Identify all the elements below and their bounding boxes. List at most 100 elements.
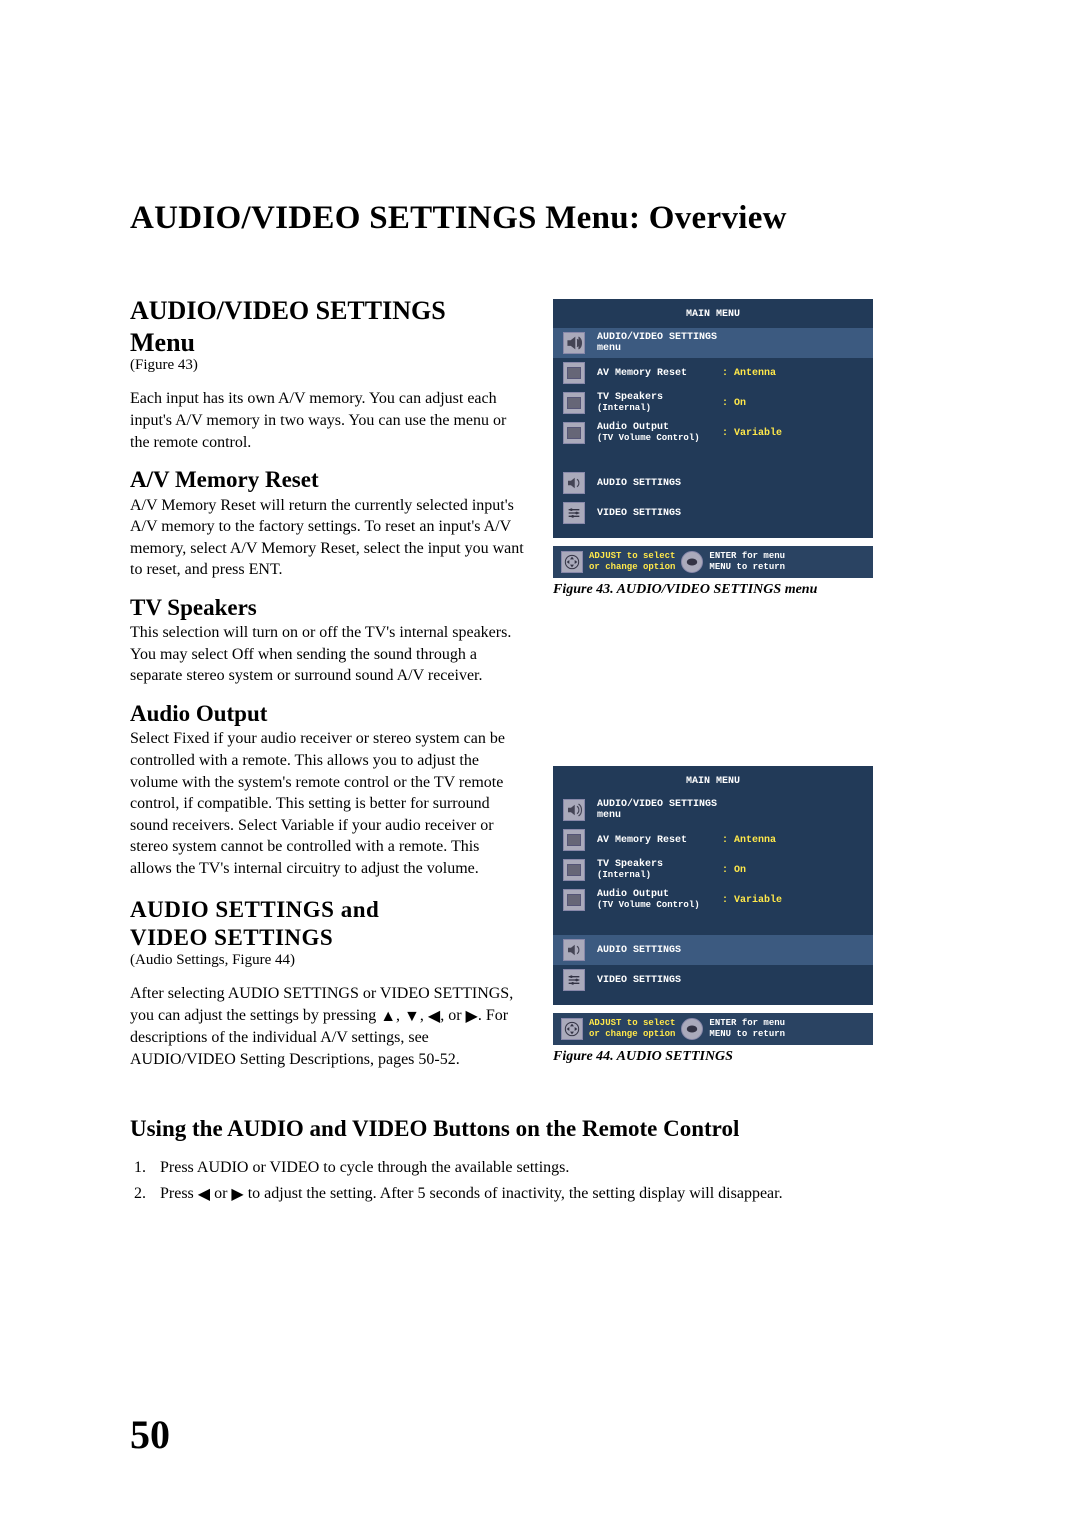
osd-spacer — [563, 915, 863, 935]
paragraph-tv-speakers: This selection will turn on or off the T… — [130, 622, 525, 687]
screen-icon — [563, 422, 585, 444]
figure-43: MAIN MENU AUDIO/VIDEO SETTINGS menu AV M… — [553, 299, 960, 598]
step-2: 2. Press ◀ or ▶ to adjust the setting. A… — [134, 1182, 960, 1206]
down-triangle-icon: ▼ — [404, 1006, 420, 1028]
osd-value: : Variable — [722, 895, 863, 906]
hint-text: ENTER for menu — [709, 551, 785, 561]
step-1: 1. Press AUDIO or VIDEO to cycle through… — [134, 1156, 960, 1179]
right-triangle-icon: ▶ — [231, 1183, 243, 1206]
speaker-icon — [563, 472, 585, 494]
left-triangle-icon: ◀ — [198, 1183, 210, 1206]
osd-hint-bar: ADJUST to select or change option ENTER … — [553, 1013, 873, 1045]
osd-main-panel: MAIN MENU AUDIO/VIDEO SETTINGS menu AV M… — [553, 299, 873, 538]
osd-value: : Antenna — [722, 835, 863, 846]
osd-label-sub: (TV Volume Control) — [597, 900, 700, 910]
speaker-icon — [563, 799, 585, 821]
right-triangle-icon: ▶ — [466, 1006, 478, 1028]
subheading-tv-speakers: TV Speakers — [130, 595, 525, 620]
osd-value: : On — [722, 865, 863, 876]
osd-row-av-memory-reset: AV Memory Reset : Antenna — [563, 358, 863, 388]
osd-row-video-settings: VIDEO SETTINGS — [563, 965, 863, 995]
osd-row-video-settings: VIDEO SETTINGS — [563, 498, 863, 528]
subheading-av-memory-reset: A/V Memory Reset — [130, 467, 525, 492]
figure-44-caption: Figure 44. AUDIO SETTINGS — [553, 1049, 960, 1065]
osd-title: MAIN MENU — [563, 309, 863, 320]
left-column: AUDIO/VIDEO SETTINGS Menu (Figure 43) Ea… — [130, 297, 525, 1078]
subheading-audio-video-settings-line2: VIDEO SETTINGS — [130, 925, 525, 950]
osd-row-av-settings-menu: AUDIO/VIDEO SETTINGS menu — [553, 328, 873, 358]
hint-left-text: ADJUST to select or change option — [589, 551, 675, 573]
subheading-audio-output: Audio Output — [130, 701, 525, 726]
step-number: 1. — [134, 1156, 156, 1179]
osd-label: VIDEO SETTINGS — [597, 508, 722, 519]
osd-label: AUDIO/VIDEO SETTINGS menu — [597, 332, 722, 354]
osd-menu: MAIN MENU AUDIO/VIDEO SETTINGS menu AV M… — [553, 299, 873, 578]
figure-44: MAIN MENU AUDIO/VIDEO SETTINGS menu AV M… — [553, 766, 960, 1065]
hint-text: ADJUST to select — [589, 1018, 675, 1028]
step-text-b: to adjust the setting. After 5 seconds o… — [244, 1185, 783, 1202]
enter-icon — [681, 1018, 703, 1040]
up-triangle-icon: ▲ — [380, 1006, 396, 1028]
osd-row-av-memory-reset: AV Memory Reset : Antenna — [563, 825, 863, 855]
hint-text: or change option — [589, 562, 675, 572]
figure-reference-43: (Figure 43) — [130, 357, 525, 374]
osd-label-main: Audio Output — [597, 422, 669, 433]
osd-label-main: Audio Output — [597, 889, 669, 900]
osd-label-main: TV Speakers — [597, 859, 663, 870]
osd-label: Audio Output (TV Volume Control) — [597, 889, 722, 911]
intro-paragraph: Each input has its own A/V memory. You c… — [130, 388, 525, 453]
step-text: Press AUDIO or VIDEO to cycle through th… — [160, 1159, 569, 1176]
section-heading-av-settings-line1: AUDIO/VIDEO SETTINGS — [130, 297, 525, 326]
speaker-icon — [563, 332, 585, 354]
enter-icon — [681, 551, 703, 573]
speaker-icon — [563, 939, 585, 961]
hint-text: ADJUST to select — [589, 551, 675, 561]
steps-list: 1. Press AUDIO or VIDEO to cycle through… — [134, 1156, 960, 1205]
osd-label: AUDIO SETTINGS — [597, 478, 722, 489]
osd-label: VIDEO SETTINGS — [597, 975, 722, 986]
page-title: AUDIO/VIDEO SETTINGS Menu: Overview — [130, 200, 960, 237]
osd-main-panel: MAIN MENU AUDIO/VIDEO SETTINGS menu AV M… — [553, 766, 873, 1005]
osd-row-audio-settings: AUDIO SETTINGS — [563, 468, 863, 498]
paragraph-av-settings: After selecting AUDIO SETTINGS or VIDEO … — [130, 983, 525, 1070]
osd-label-sub: (Internal) — [597, 403, 651, 413]
hint-left-text: ADJUST to select or change option — [589, 1018, 675, 1040]
step-text-a: Press — [160, 1185, 198, 1202]
osd-value: : Antenna — [722, 368, 863, 379]
osd-label: AUDIO/VIDEO SETTINGS menu — [597, 799, 722, 821]
hint-text: ENTER for menu — [709, 1018, 785, 1028]
section-heading-av-settings-line2: Menu — [130, 328, 525, 358]
osd-label: TV Speakers (Internal) — [597, 392, 722, 414]
hint-right-text: ENTER for menu MENU to return — [709, 551, 785, 573]
osd-row-audio-output: Audio Output (TV Volume Control) : Varia… — [563, 885, 863, 915]
osd-title: MAIN MENU — [563, 776, 863, 787]
screen-icon — [563, 362, 585, 384]
osd-label: AV Memory Reset — [597, 368, 722, 379]
osd-row-audio-output: Audio Output (TV Volume Control) : Varia… — [563, 418, 863, 448]
paragraph-audio-output: Select Fixed if your audio receiver or s… — [130, 728, 525, 879]
screen-icon — [563, 859, 585, 881]
osd-label-main: TV Speakers — [597, 392, 663, 403]
dpad-icon — [561, 551, 583, 573]
step-number: 2. — [134, 1182, 156, 1205]
hint-text: MENU to return — [709, 1029, 785, 1039]
hint-text: or change option — [589, 1029, 675, 1039]
left-triangle-icon: ◀ — [428, 1006, 440, 1028]
osd-menu: MAIN MENU AUDIO/VIDEO SETTINGS menu AV M… — [553, 766, 873, 1045]
screen-icon — [563, 889, 585, 911]
hint-right-text: ENTER for menu MENU to return — [709, 1018, 785, 1040]
screen-icon — [563, 829, 585, 851]
two-column-layout: AUDIO/VIDEO SETTINGS Menu (Figure 43) Ea… — [130, 297, 960, 1078]
figure-43-caption: Figure 43. AUDIO/VIDEO SETTINGS menu — [553, 582, 960, 598]
osd-value: : Variable — [722, 428, 863, 439]
dpad-icon — [561, 1018, 583, 1040]
text-fragment: After selecting AUDIO SETTINGS or VIDEO … — [130, 985, 513, 1024]
osd-row-av-settings-menu: AUDIO/VIDEO SETTINGS menu — [563, 795, 863, 825]
page-number: 50 — [130, 1411, 170, 1458]
osd-spacer — [563, 448, 863, 468]
or-word: or — [210, 1185, 231, 1202]
osd-value: : On — [722, 398, 863, 409]
right-column: MAIN MENU AUDIO/VIDEO SETTINGS menu AV M… — [553, 297, 960, 1078]
osd-label: TV Speakers (Internal) — [597, 859, 722, 881]
osd-row-audio-settings: AUDIO SETTINGS — [553, 935, 873, 965]
